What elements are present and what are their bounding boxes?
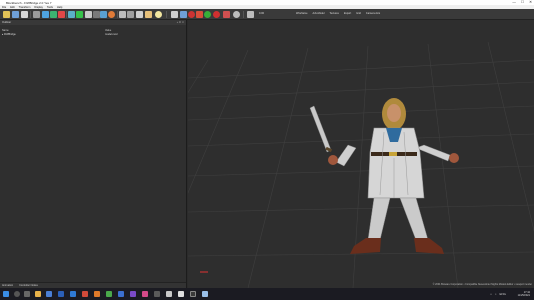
mesh-icon[interactable] — [85, 11, 92, 18]
move-icon[interactable] — [50, 11, 57, 18]
task-view-icon[interactable] — [24, 291, 30, 297]
play-icon[interactable] — [204, 11, 211, 18]
toolbar-separator — [166, 11, 167, 18]
notepad-icon[interactable] — [166, 291, 172, 297]
undo-icon[interactable] — [33, 11, 40, 18]
view-menu: Wireframe Adv-Model Textures Export Grid… — [296, 12, 380, 15]
eye-icon[interactable] — [136, 11, 143, 18]
language-indicator[interactable]: ENG — [499, 292, 506, 296]
close-button[interactable]: ✕ — [529, 0, 532, 4]
app-blue-icon[interactable] — [118, 291, 124, 297]
tree-row-name: ▸ FIWBridge — [2, 33, 16, 36]
viewport-canvas — [188, 41, 534, 288]
app-gray-icon[interactable] — [154, 291, 160, 297]
column-name[interactable]: Name — [2, 29, 9, 32]
tree-row-value: model.mod — [105, 33, 118, 36]
main-toolbar: 0.00 — [0, 9, 534, 20]
viewport-status: © 2001 Bioware Corporation • Compatible … — [432, 283, 532, 286]
app-red-icon[interactable] — [82, 291, 88, 297]
toolbar-separator — [243, 11, 244, 18]
window-title: Blockbench - FIWBridge 2.0 Yes 7 — [6, 0, 52, 5]
view-grid[interactable]: Grid — [356, 12, 361, 15]
link-icon[interactable] — [119, 11, 126, 18]
clock-date: 11/25/2021 — [517, 294, 530, 297]
character-model[interactable] — [309, 98, 459, 254]
light-icon[interactable] — [145, 11, 152, 18]
3d-viewport[interactable]: © 2001 Bioware Corporation • Compatible … — [188, 20, 534, 288]
new-file-icon[interactable] — [21, 11, 28, 18]
delete-icon[interactable] — [223, 11, 230, 18]
blockbench-icon[interactable] — [202, 291, 208, 297]
view-export[interactable]: Export — [344, 12, 351, 15]
color-picker-icon[interactable] — [108, 11, 115, 18]
view-wireframe[interactable]: Wireframe — [296, 12, 308, 15]
camera-icon[interactable] — [171, 11, 178, 18]
file-explorer-icon[interactable] — [35, 291, 41, 297]
outliner-title: Outliner — [2, 21, 12, 24]
start-icon[interactable] — [3, 291, 9, 297]
toolbar-separator — [66, 11, 67, 18]
minimize-button[interactable]: — — [512, 0, 516, 4]
tree-row[interactable]: ▸ FIWBridge model.mod — [0, 33, 186, 37]
app-pink-icon[interactable] — [142, 291, 148, 297]
toolbar-separator — [30, 11, 31, 18]
edge-icon[interactable] — [58, 291, 64, 297]
window-controls: — ☐ ✕ — [512, 0, 532, 4]
app-white-icon[interactable] — [178, 291, 184, 297]
firefox-icon[interactable] — [94, 291, 100, 297]
sword-blade — [309, 105, 332, 153]
grid-icon[interactable] — [93, 11, 100, 18]
store-icon[interactable] — [70, 291, 76, 297]
search-icon[interactable] — [14, 291, 20, 297]
scale-icon[interactable] — [68, 11, 75, 18]
cube-icon[interactable] — [76, 11, 83, 18]
view-camera-axis[interactable]: Camera Axis — [366, 12, 380, 15]
app-purple-icon[interactable] — [130, 291, 136, 297]
app-green-icon[interactable] — [106, 291, 112, 297]
snap-icon[interactable] — [247, 11, 254, 18]
stop-icon[interactable] — [196, 11, 203, 18]
loop-icon[interactable] — [233, 11, 240, 18]
volume-icon[interactable]: ♪ — [495, 292, 497, 296]
outliner-controls[interactable]: + ⊡ ✕ — [177, 21, 184, 24]
save-icon[interactable] — [12, 11, 19, 18]
terminal-icon[interactable] — [190, 291, 196, 297]
keyframe-icon[interactable] — [213, 11, 220, 18]
mail-icon[interactable] — [46, 291, 52, 297]
view-textures[interactable]: Textures — [329, 12, 338, 15]
tab-animation[interactable]: Animation — [2, 284, 13, 287]
select-icon[interactable] — [42, 11, 49, 18]
record-icon[interactable] — [188, 11, 195, 18]
maximize-button[interactable]: ☐ — [521, 0, 524, 4]
network-icon[interactable]: ⌂ — [490, 292, 492, 296]
system-tray: ⌂ ♪ ENG — [490, 292, 506, 296]
pivot-icon[interactable] — [127, 11, 134, 18]
outliner-header: Outliner + ⊡ ✕ — [0, 20, 186, 25]
toolbar-value[interactable]: 0.00 — [259, 12, 264, 15]
bulb-icon[interactable] — [155, 11, 162, 18]
tab-controller-nodes[interactable]: Controller Nodes — [19, 284, 38, 287]
windows-taskbar: ⌂ ♪ ENG 17:42 11/25/2021 — [0, 288, 534, 300]
clock[interactable]: 17:42 11/25/2021 — [518, 291, 530, 297]
column-value[interactable]: Value — [105, 29, 111, 32]
wireframe-icon[interactable] — [180, 11, 187, 18]
rotate-icon[interactable] — [58, 11, 65, 18]
paint-brush-icon[interactable] — [100, 11, 107, 18]
view-adv-model[interactable]: Adv-Model — [313, 12, 325, 15]
toolbar-separator — [117, 11, 118, 18]
open-folder-icon[interactable] — [3, 11, 10, 18]
outliner-panel: Outliner + ⊡ ✕ Name Value ▸ FIWBridge mo… — [0, 20, 187, 288]
